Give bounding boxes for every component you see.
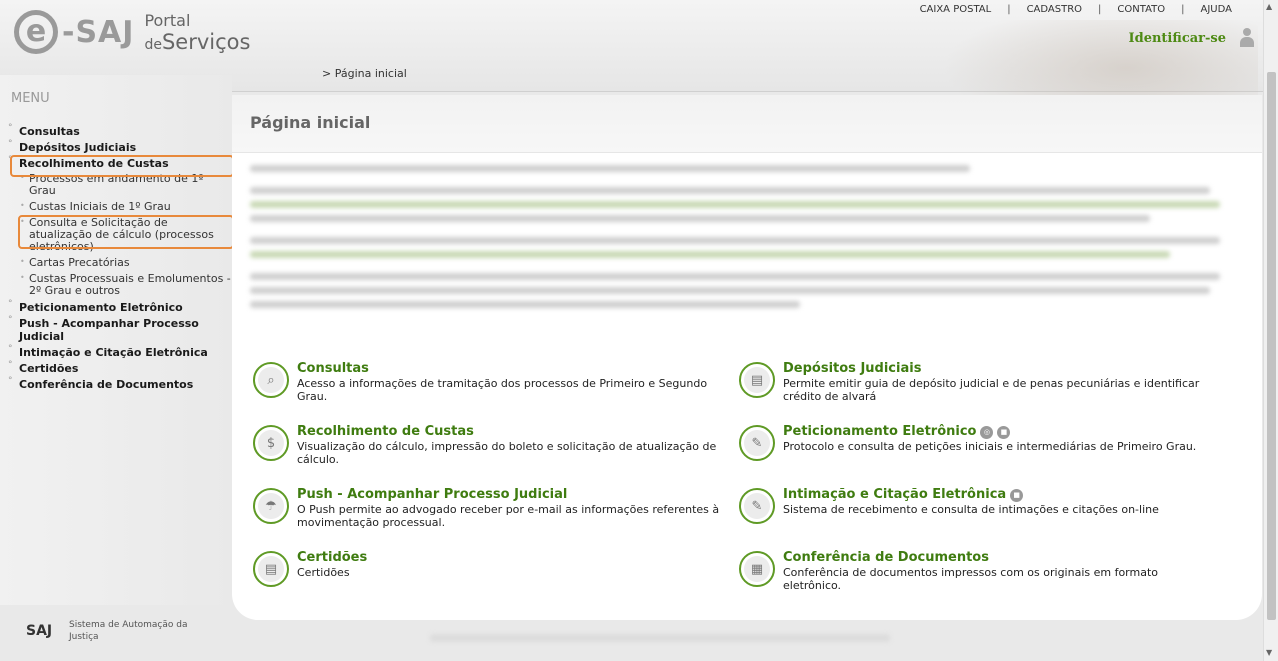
- card-consultas[interactable]: ⌕ Consultas Acesso a informações de tram…: [253, 362, 723, 403]
- card-intimacao-citacao[interactable]: ✎ Intimação e Citação Eletrônica ■ Siste…: [739, 488, 1219, 524]
- menu-title: MENU: [11, 91, 50, 106]
- petition-icon: ✎: [739, 425, 775, 461]
- page-title: Página inicial: [250, 113, 371, 132]
- card-title[interactable]: Certidões: [297, 551, 367, 565]
- menu-item-certidoes[interactable]: Certidões: [8, 359, 232, 375]
- search-doc-icon: ⌕: [253, 362, 289, 398]
- logo-e-circle: e: [14, 10, 58, 54]
- menu-list: Consultas Depósitos Judiciais Recolhimen…: [8, 122, 232, 394]
- card-title[interactable]: Recolhimento de Custas: [297, 425, 723, 439]
- nav-contato[interactable]: CONTATO: [1101, 4, 1181, 15]
- identify-link[interactable]: Identificar-se: [1129, 28, 1256, 48]
- breadcrumb: > Página inicial: [322, 67, 407, 80]
- menu-item-depositos-judiciais[interactable]: Depósitos Judiciais: [8, 138, 232, 154]
- logo-portal-word: Portal: [144, 10, 191, 30]
- money-doc-icon: $: [253, 425, 289, 461]
- card-push[interactable]: ☂ Push - Acompanhar Processo Judicial O …: [253, 488, 723, 529]
- card-conferencia-documentos[interactable]: ▦ Conferência de Documentos Conferência …: [739, 551, 1219, 592]
- card-description: Certidões: [297, 566, 350, 579]
- card-title-row[interactable]: Peticionamento Eletrônico ◎ ■: [783, 425, 1196, 439]
- footer-saj-logo: SAJ: [26, 623, 53, 639]
- scroll-down-arrow-icon[interactable]: ▼: [1266, 648, 1272, 657]
- logo-saj-text: -SAJ: [62, 14, 135, 50]
- nav-ajuda[interactable]: AJUDA: [1185, 4, 1248, 15]
- card-title[interactable]: Push - Acompanhar Processo Judicial: [297, 488, 723, 502]
- main-content: Página inicial ⌕ Consultas Acesso a info…: [232, 95, 1262, 620]
- menu-subitem-consulta-solicitacao-atualizacao[interactable]: Consulta e Solicitação de atualização de…: [8, 216, 232, 253]
- menu-item-push[interactable]: Push - Acompanhar Processo Judicial: [8, 314, 232, 343]
- menu-item-peticionamento-eletronico[interactable]: Peticionamento Eletrônico: [8, 298, 232, 314]
- footer-blurred-text: [430, 634, 890, 642]
- documents-stack-icon: ▦: [739, 551, 775, 587]
- card-description: Sistema de recebimento e consulta de int…: [783, 503, 1159, 516]
- card-description: O Push permite ao advogado receber por e…: [297, 503, 720, 529]
- card-description: Visualização do cálculo, impressão do bo…: [297, 440, 717, 466]
- parachute-icon: ☂: [253, 488, 289, 524]
- card-title[interactable]: Conferência de Documentos: [783, 551, 1219, 565]
- card-title: Intimação e Citação Eletrônica: [783, 487, 1007, 502]
- certificate-icon: ▤: [253, 551, 289, 587]
- menu-subitem-custas-processuais[interactable]: Custas Processuais e Emolumentos - 2º Gr…: [8, 272, 232, 297]
- main-header: Página inicial: [232, 95, 1262, 153]
- card-recolhimento-de-custas[interactable]: $ Recolhimento de Custas Visualização do…: [253, 425, 723, 466]
- logo-portal-text: Portal deServiços: [144, 11, 250, 54]
- logo-servicos-line: deServiços: [144, 30, 250, 54]
- card-title: Peticionamento Eletrônico: [783, 424, 977, 439]
- esaj-logo[interactable]: e -SAJ Portal deServiços: [14, 10, 250, 54]
- card-certidoes[interactable]: ▤ Certidões Certidões: [253, 551, 723, 587]
- card-title-row[interactable]: Intimação e Citação Eletrônica ■: [783, 488, 1159, 502]
- card-peticionamento-eletronico[interactable]: ✎ Peticionamento Eletrônico ◎ ■ Protocol…: [739, 425, 1219, 461]
- logo-servicos-word: Serviços: [161, 29, 251, 54]
- card-depositos-judiciais[interactable]: ▤ Depósitos Judiciais Permite emitir gui…: [739, 362, 1219, 403]
- card-description: Acesso a informações de tramitação dos p…: [297, 377, 708, 403]
- card-description: Permite emitir guia de depósito judicial…: [783, 377, 1200, 403]
- card-description: Protocolo e consulta de petições iniciai…: [783, 440, 1197, 453]
- blurred-notice: [250, 165, 1250, 315]
- lock-badge-icon: ■: [1010, 488, 1024, 502]
- sidebar-menu: MENU Consultas Depósitos Judiciais Recol…: [0, 75, 232, 605]
- card-title[interactable]: Depósitos Judiciais: [783, 362, 1219, 376]
- menu-item-conferencia-documentos[interactable]: Conferência de Documentos: [8, 375, 232, 391]
- vertical-scrollbar[interactable]: ▲ ▼: [1263, 0, 1278, 661]
- identify-label: Identificar-se: [1128, 30, 1226, 46]
- scroll-thumb[interactable]: [1267, 72, 1276, 620]
- nav-cadastro[interactable]: CADASTRO: [1011, 4, 1098, 15]
- top-navigation: CAIXA POSTAL | CADASTRO | CONTATO | AJUD…: [904, 4, 1248, 15]
- summons-icon: ✎: [739, 488, 775, 524]
- card-title[interactable]: Consultas: [297, 362, 723, 376]
- menu-item-recolhimento-de-custas[interactable]: Recolhimento de Custas: [8, 154, 232, 170]
- menu-subitem-custas-iniciais[interactable]: Custas Iniciais de 1º Grau: [8, 200, 232, 213]
- menu-subitem-cartas-precatorias[interactable]: Cartas Precatórias: [8, 256, 232, 269]
- footer-text: Sistema de Automação da Justiça: [69, 620, 188, 642]
- lock-badge-icon: ■: [997, 425, 1011, 439]
- user-icon[interactable]: [1238, 28, 1256, 48]
- menu-item-consultas[interactable]: Consultas: [8, 122, 232, 138]
- document-icon: ▤: [739, 362, 775, 398]
- menu-subitem-processos-em-andamento[interactable]: Processos em andamento de 1º Grau: [8, 172, 232, 197]
- certificate-badge-icon: ◎: [980, 425, 994, 439]
- nav-caixa-postal[interactable]: CAIXA POSTAL: [904, 4, 1008, 15]
- scroll-up-arrow-icon[interactable]: ▲: [1266, 2, 1272, 11]
- card-description: Conferência de documentos impressos com …: [783, 566, 1159, 592]
- logo-de-word: de: [144, 36, 162, 53]
- menu-item-intimacao-citacao[interactable]: Intimação e Citação Eletrônica: [8, 343, 232, 359]
